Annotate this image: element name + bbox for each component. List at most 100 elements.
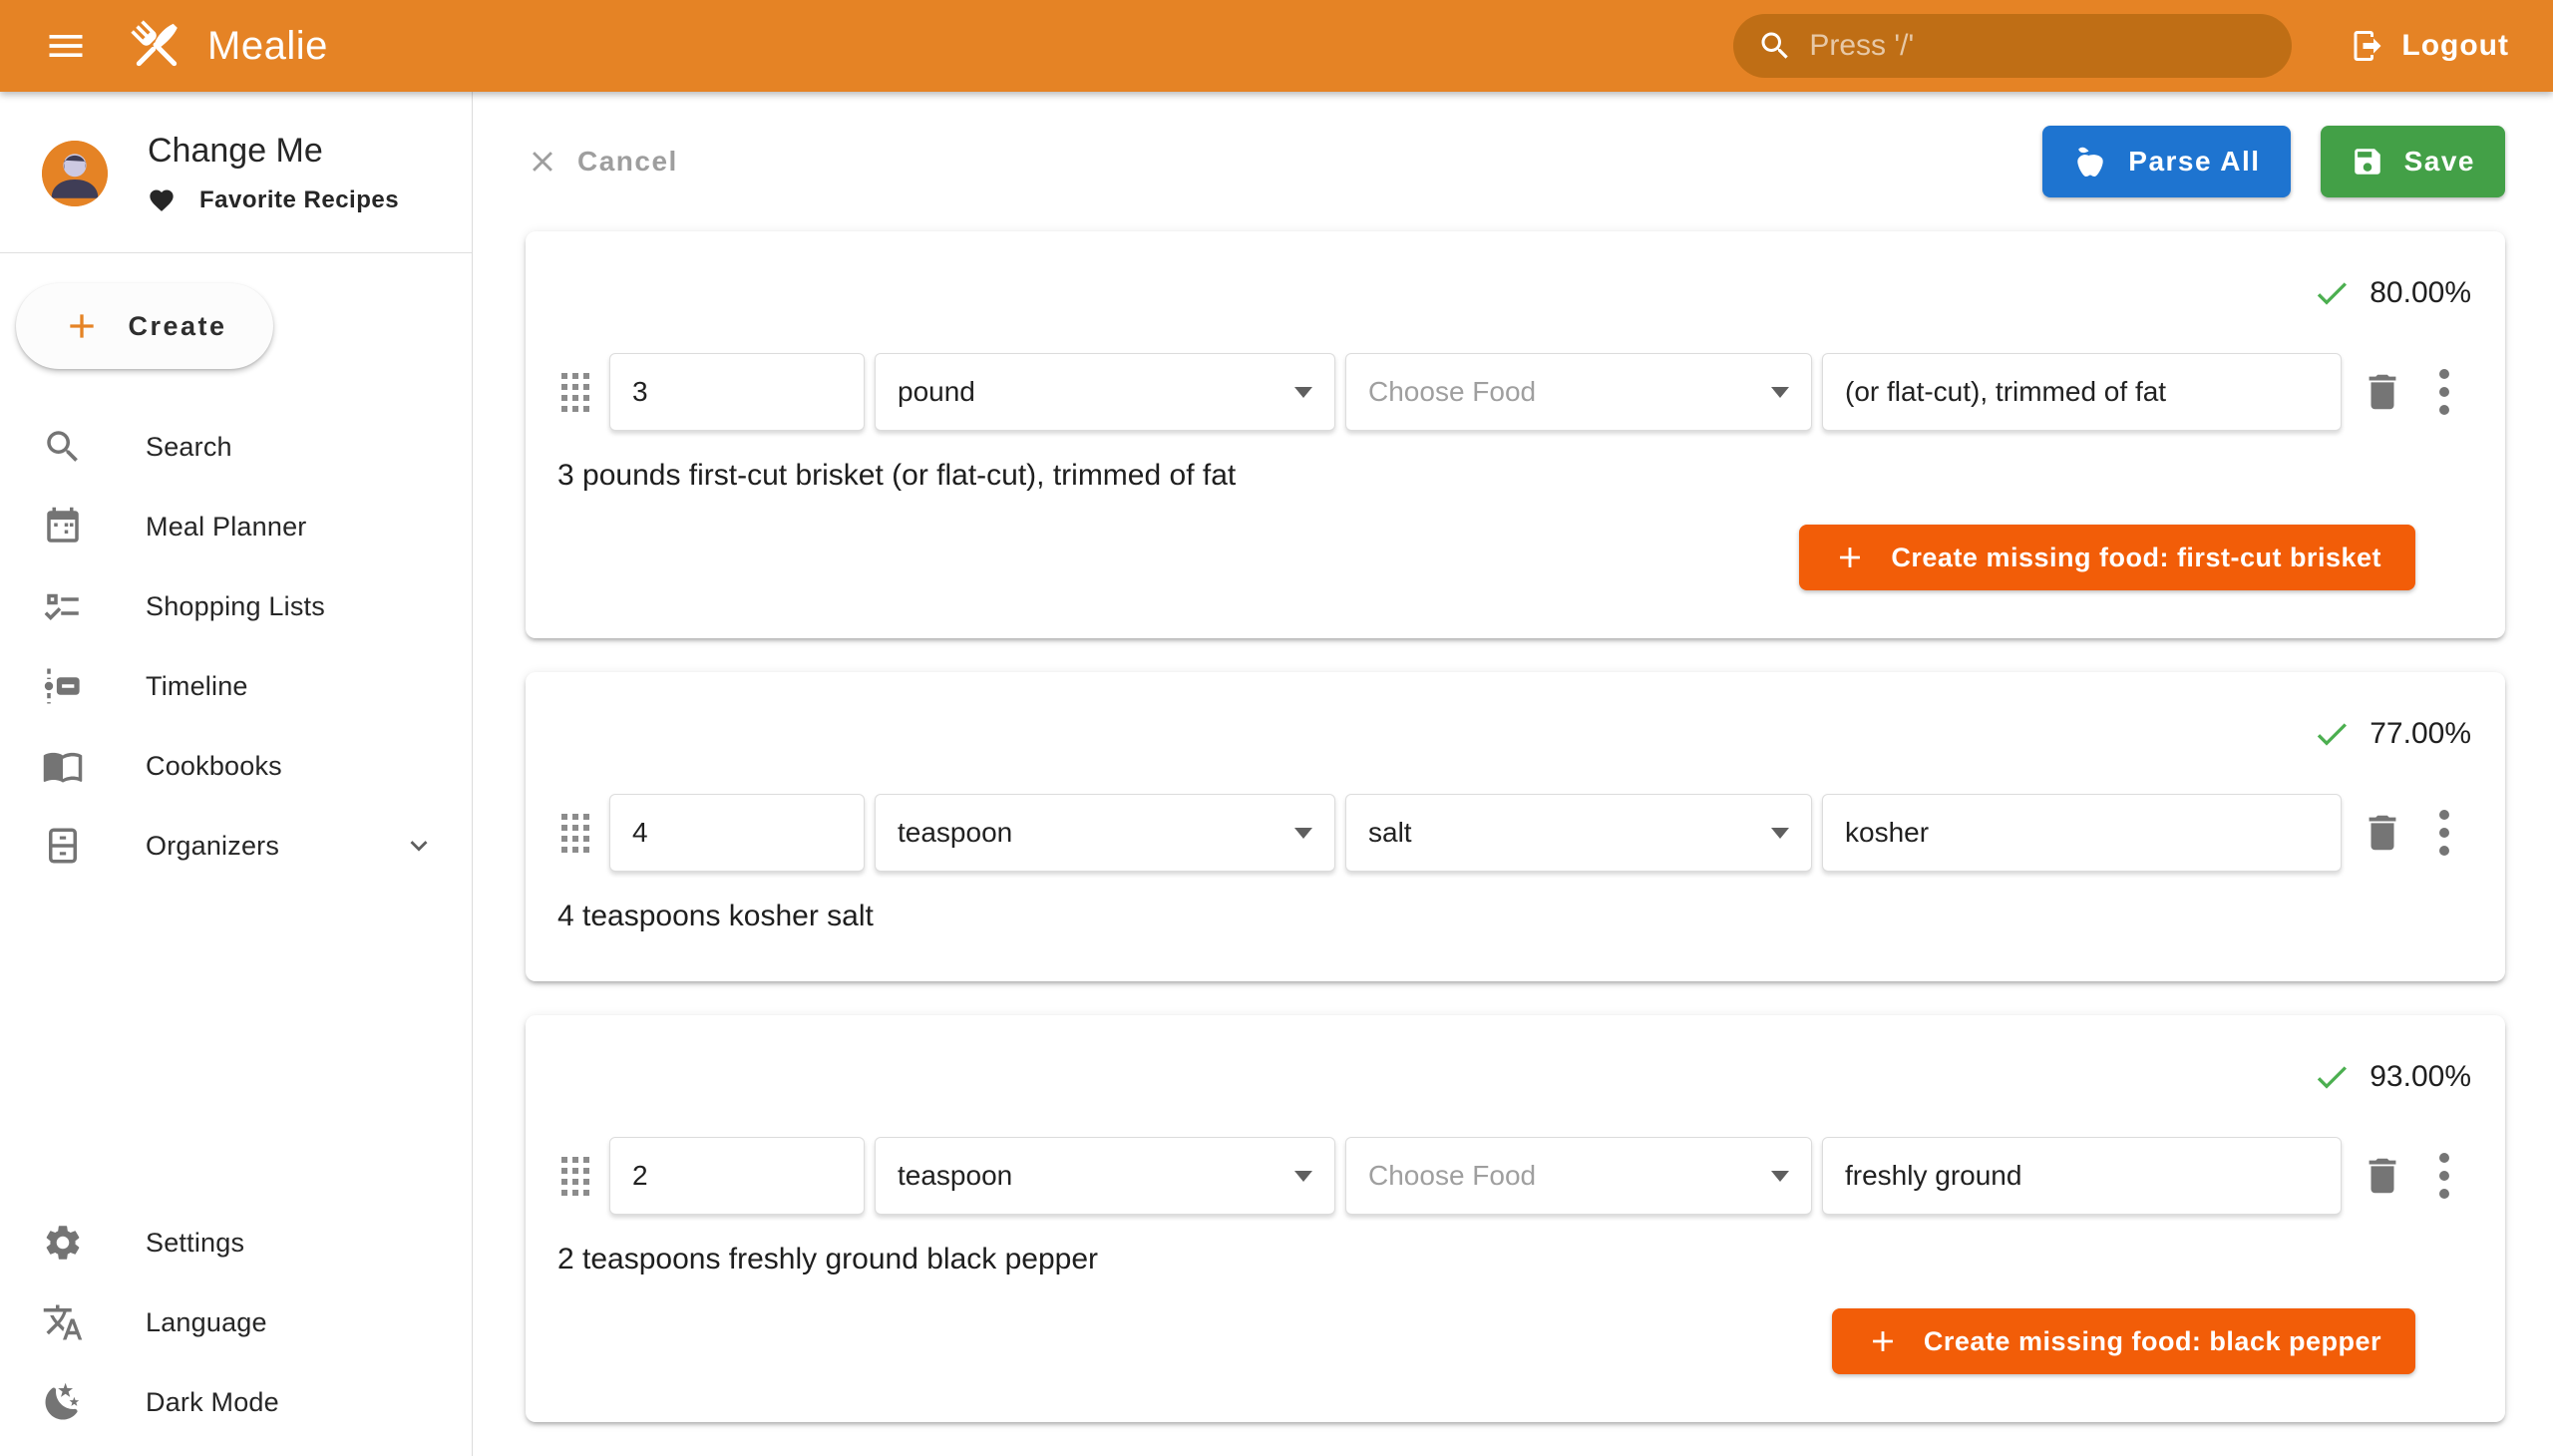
parse-all-label: Parse All [2128,146,2260,178]
unit-value: teaspoon [898,817,1012,849]
confidence-value: 80.00% [2370,276,2471,310]
confidence-value: 93.00% [2370,1060,2471,1094]
note-field[interactable] [1822,794,2342,872]
favorite-recipes-link[interactable]: Favorite Recipes [148,186,399,214]
quantity-field[interactable] [609,794,865,872]
note-field[interactable] [1822,353,2342,431]
plus-icon [1866,1324,1900,1358]
note-input[interactable] [1845,1160,2319,1192]
sidebar-item-label: Language [146,1307,436,1338]
unit-value: teaspoon [898,1160,1012,1192]
delete-icon[interactable] [2360,369,2405,415]
unit-select[interactable]: teaspoon [875,1137,1335,1215]
sidebar-item-meal-planner[interactable]: Meal Planner [0,487,472,566]
note-input[interactable] [1845,817,2319,849]
close-icon [526,145,559,179]
note-input[interactable] [1845,376,2319,408]
unit-select[interactable]: teaspoon [875,794,1335,872]
avatar [42,141,108,206]
delete-icon[interactable] [2360,810,2405,856]
create-button-label: Create [128,311,226,342]
sidebar-item-dark-mode[interactable]: Dark Mode [0,1362,472,1442]
drag-handle[interactable] [561,1157,589,1196]
confidence-indicator: 77.00% [553,714,2475,754]
original-ingredient-text: 3 pounds first-cut brisket (or flat-cut)… [553,459,2475,493]
translate-icon [42,1301,84,1343]
dropdown-caret-icon [1771,828,1789,839]
save-label: Save [2404,146,2475,178]
heart-icon [148,186,176,214]
hamburger-menu-button[interactable] [34,14,98,78]
sidebar-item-label: Search [146,432,436,463]
dropdown-caret-icon [1294,1171,1312,1182]
quantity-field[interactable] [609,1137,865,1215]
drag-handle[interactable] [561,373,589,412]
parser-toolbar: Cancel Parse All Save [526,126,2505,197]
search-icon [1757,28,1793,64]
food-select[interactable]: Choose Food [1345,1137,1812,1215]
drag-handle[interactable] [561,814,589,853]
plus-icon [1833,541,1867,574]
cancel-label: Cancel [577,146,678,178]
sidebar-bottom-nav: Settings Language Dark Mode [0,1203,472,1456]
app-logo[interactable]: Mealie [124,13,328,79]
delete-icon[interactable] [2360,1153,2405,1199]
create-missing-food-button[interactable]: Create missing food: black pepper [1832,1308,2415,1374]
food-value: Choose Food [1368,1160,1536,1192]
plus-icon [62,306,102,346]
sidebar-item-label: Cookbooks [146,751,436,782]
checklist-icon [42,585,84,627]
sidebar-item-label: Shopping Lists [146,591,436,622]
global-search[interactable] [1733,14,2292,78]
sidebar-item-language[interactable]: Language [0,1282,472,1362]
quantity-input[interactable] [632,376,842,408]
sidebar-item-shopping-lists[interactable]: Shopping Lists [0,566,472,646]
ingredient-fields-row: teaspoon salt [553,794,2475,872]
kebab-menu-icon[interactable] [2439,1153,2451,1199]
apple-icon [2072,144,2108,180]
sidebar-item-organizers[interactable]: Organizers [0,806,472,886]
dropdown-caret-icon [1771,387,1789,398]
cancel-button[interactable]: Cancel [526,145,678,179]
create-missing-food-button[interactable]: Create missing food: first-cut brisket [1799,525,2415,590]
food-select[interactable]: salt [1345,794,1812,872]
logout-icon [2350,28,2385,64]
sidebar-item-cookbooks[interactable]: Cookbooks [0,726,472,806]
logout-label: Logout [2401,29,2509,63]
food-value: salt [1368,817,1412,849]
save-button[interactable]: Save [2321,126,2505,197]
food-value: Choose Food [1368,376,1536,408]
dropdown-caret-icon [1294,387,1312,398]
create-missing-food-row: Create missing food: first-cut brisket [553,525,2475,590]
sidebar-item-label: Meal Planner [146,512,436,543]
original-ingredient-text: 2 teaspoons freshly ground black pepper [553,1243,2475,1276]
note-field[interactable] [1822,1137,2342,1215]
dropdown-caret-icon [1294,828,1312,839]
quantity-field[interactable] [609,353,865,431]
quantity-input[interactable] [632,817,842,849]
unit-select[interactable]: pound [875,353,1335,431]
food-select[interactable]: Choose Food [1345,353,1812,431]
user-profile[interactable]: Change Me Favorite Recipes [0,92,472,252]
original-ingredient-text: 4 teaspoons kosher salt [553,900,2475,933]
sidebar-item-label: Settings [146,1228,436,1259]
search-input[interactable] [1809,29,2268,63]
parse-all-button[interactable]: Parse All [2042,126,2290,197]
calendar-icon [42,506,84,547]
kebab-menu-icon[interactable] [2439,369,2451,415]
sidebar-item-settings[interactable]: Settings [0,1203,472,1282]
logout-button[interactable]: Logout [2336,18,2523,74]
kebab-menu-icon[interactable] [2439,810,2451,856]
quantity-input[interactable] [632,1160,842,1192]
timeline-icon [42,665,84,707]
ingredient-fields-row: teaspoon Choose Food [553,1137,2475,1215]
create-missing-food-label: Create missing food: first-cut brisket [1891,543,2381,573]
app-bar: Mealie Logout [0,0,2553,92]
create-button[interactable]: Create [16,283,273,369]
sidebar-item-search[interactable]: Search [0,407,472,487]
favorite-recipes-label: Favorite Recipes [199,186,399,214]
ingredient-list: 80.00% pound Choose Food 3 pounds fi [526,197,2505,1422]
fork-knife-logo-icon [124,13,189,79]
dropdown-caret-icon [1771,1171,1789,1182]
sidebar-item-timeline[interactable]: Timeline [0,646,472,726]
